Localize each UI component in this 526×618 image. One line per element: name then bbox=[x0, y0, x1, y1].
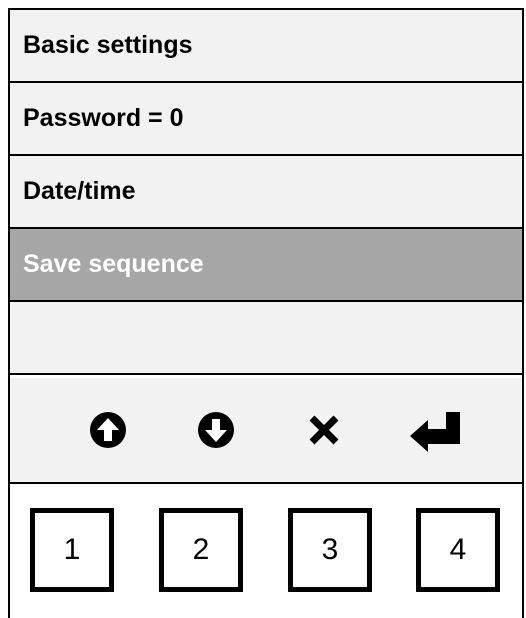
key-label: 3 bbox=[321, 533, 339, 566]
menu-item-empty bbox=[10, 302, 522, 375]
menu-item-date-time[interactable]: Date/time bbox=[10, 156, 522, 229]
key-label: 2 bbox=[192, 533, 210, 566]
navigation-bar bbox=[10, 378, 522, 484]
key-4-button[interactable]: 4 bbox=[416, 508, 500, 592]
device-screen: Basic settings Password = 0 Date/time Sa… bbox=[8, 8, 524, 618]
key-1-button[interactable]: 1 bbox=[30, 508, 114, 592]
menu-item-password[interactable]: Password = 0 bbox=[10, 83, 522, 156]
move-down-button[interactable] bbox=[186, 400, 246, 460]
key-label: 1 bbox=[63, 533, 81, 566]
settings-menu: Basic settings Password = 0 Date/time Sa… bbox=[10, 8, 522, 375]
menu-item-label: Password = 0 bbox=[23, 104, 184, 132]
menu-item-label: Basic settings bbox=[23, 31, 193, 59]
keypad: 1 2 3 4 bbox=[10, 484, 522, 618]
menu-item-basic-settings[interactable]: Basic settings bbox=[10, 10, 522, 83]
arrow-down-circle-icon bbox=[198, 412, 234, 448]
arrow-up-circle-icon bbox=[90, 412, 126, 448]
key-2-button[interactable]: 2 bbox=[159, 508, 243, 592]
key-3-button[interactable]: 3 bbox=[288, 508, 372, 592]
menu-item-save-sequence[interactable]: Save sequence bbox=[10, 229, 522, 302]
menu-item-label: Save sequence bbox=[23, 250, 204, 278]
move-up-button[interactable] bbox=[78, 400, 138, 460]
close-icon bbox=[309, 415, 339, 445]
enter-button[interactable] bbox=[406, 400, 466, 460]
key-label: 4 bbox=[449, 533, 467, 566]
menu-item-label: Date/time bbox=[23, 177, 136, 205]
enter-return-icon bbox=[410, 412, 460, 452]
cancel-button[interactable] bbox=[294, 400, 354, 460]
